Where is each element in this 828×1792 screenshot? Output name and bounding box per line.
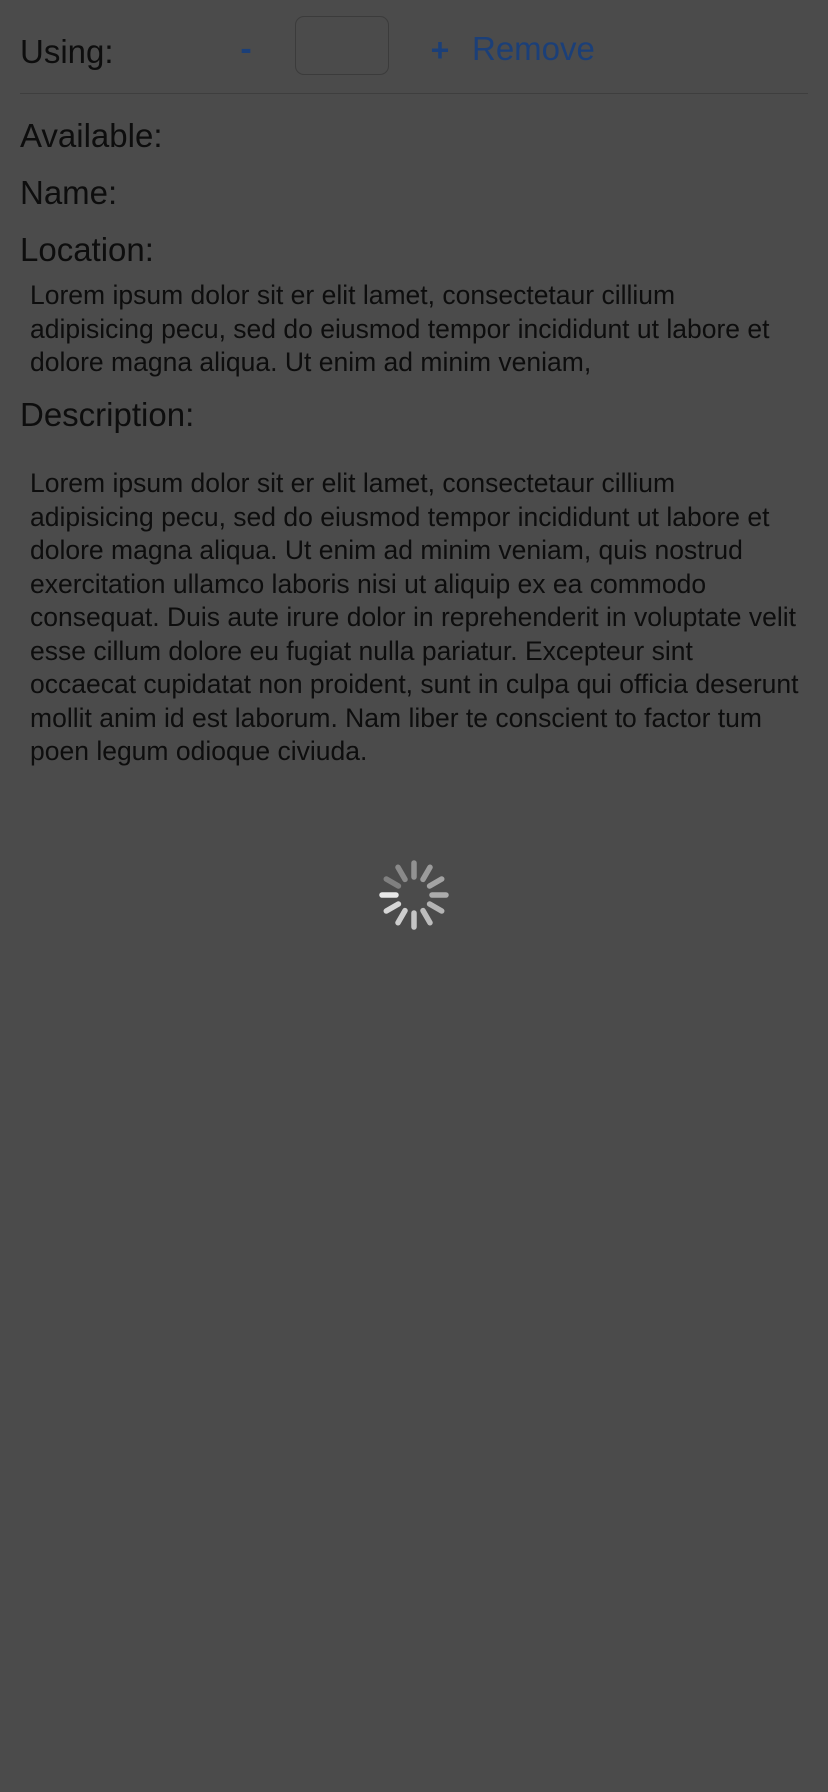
description-label: Description:	[20, 396, 195, 433]
decrement-button[interactable]: -	[236, 32, 256, 66]
increment-button[interactable]: +	[429, 34, 451, 66]
item-detail-screen: Using: - + Remove Available: Name: Locat…	[0, 0, 828, 1792]
activity-spinner-icon	[379, 860, 449, 930]
spinner-spoke	[426, 901, 445, 914]
location-label: Location:	[20, 231, 154, 268]
spinner-spoke	[420, 907, 433, 926]
using-row: Using: - + Remove	[0, 0, 828, 94]
available-label: Available:	[20, 117, 163, 154]
spinner-spoke	[420, 864, 433, 883]
remove-button[interactable]: Remove	[472, 32, 595, 65]
using-label: Using:	[20, 33, 114, 70]
name-label: Name:	[20, 174, 118, 211]
spinner-spoke	[395, 907, 408, 926]
description-text: Lorem ipsum dolor sit er elit lamet, con…	[30, 468, 799, 766]
spinner-spoke	[395, 864, 408, 883]
quantity-input[interactable]	[295, 16, 389, 75]
location-text: Lorem ipsum dolor sit er elit lamet, con…	[30, 280, 770, 377]
spinner-spoke	[426, 876, 445, 889]
spinner-spoke	[383, 901, 402, 914]
spinner-spoke	[383, 876, 402, 889]
divider	[20, 93, 808, 94]
